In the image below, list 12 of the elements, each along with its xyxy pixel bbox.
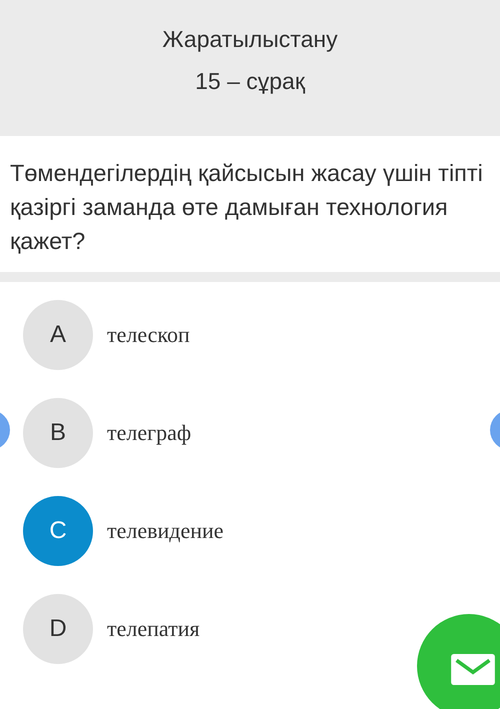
- option-letter-button[interactable]: A: [23, 300, 93, 370]
- option-letter-button[interactable]: C: [23, 496, 93, 566]
- envelope-icon: [451, 654, 495, 685]
- subject-title: Жаратылыстану: [162, 25, 338, 54]
- option-text: телевидение: [107, 518, 224, 544]
- question-number: 15 – сұрақ: [195, 67, 305, 96]
- option-text: телепатия: [107, 616, 200, 642]
- option-letter-button[interactable]: B: [23, 398, 93, 468]
- option-text: телескоп: [107, 322, 190, 348]
- question-text: Төмендегілердің қайсысын жасау үшін тіпті қазіргі заманда өте дамыған технология қажет?: [10, 159, 484, 256]
- option-letter-button[interactable]: D: [23, 594, 93, 664]
- option-text: телеграф: [107, 420, 192, 446]
